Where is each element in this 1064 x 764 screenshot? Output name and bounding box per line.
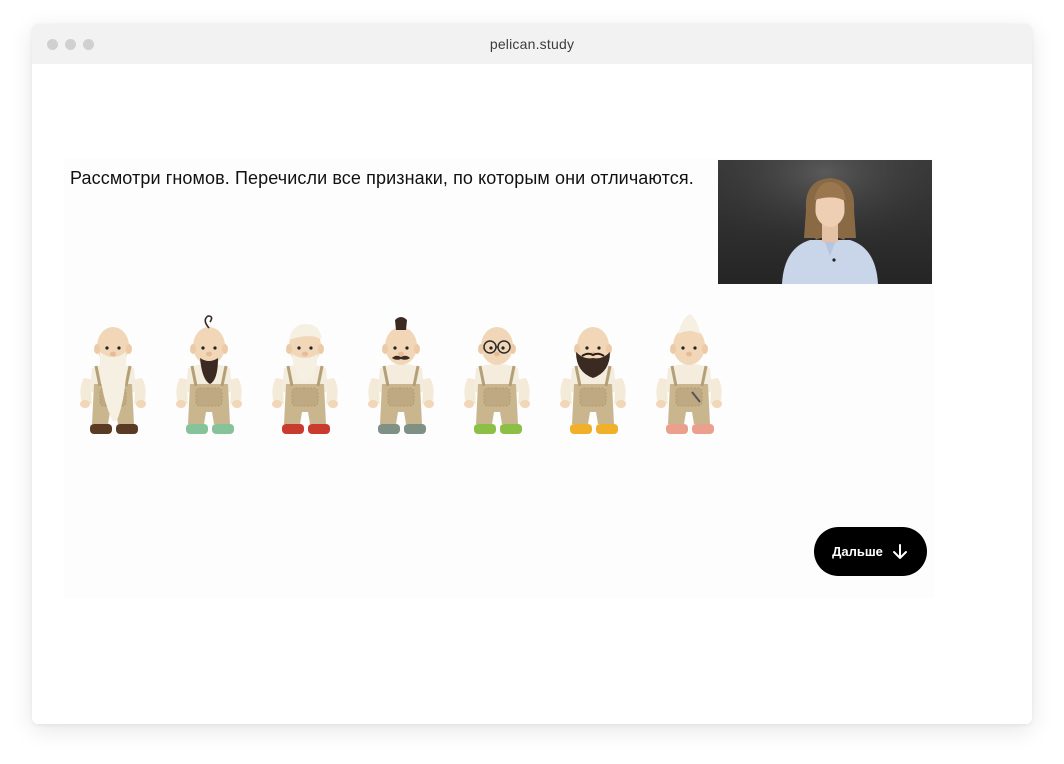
question-text: Рассмотри гномов. Перечисли все признаки…: [70, 168, 694, 188]
next-button[interactable]: Дальше: [814, 527, 927, 576]
arrow-down-icon: [892, 543, 907, 559]
teacher-video-frame: [718, 160, 932, 284]
gnomes-illustration: [78, 314, 724, 434]
address-bar-url[interactable]: pelican.study: [32, 36, 1032, 52]
teacher-video[interactable]: [718, 160, 932, 284]
lesson-card: Рассмотри гномов. Перечисли все признаки…: [64, 158, 934, 598]
browser-titlebar: pelican.study: [32, 24, 1032, 64]
next-button-label: Дальше: [832, 544, 883, 559]
